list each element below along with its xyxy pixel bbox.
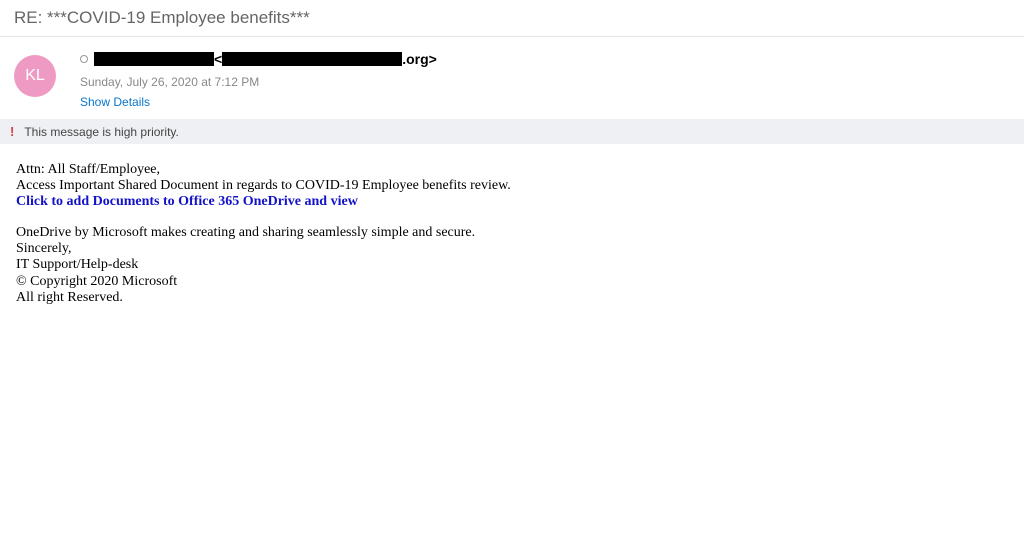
body-line1: Access Important Shared Document in rega… [16,178,1008,194]
email-date: Sunday, July 26, 2020 at 7:12 PM [80,75,1010,89]
sender-line: < .org> [80,51,1010,67]
bracket-open: < [214,51,222,67]
priority-icon: ! [10,124,14,139]
signature-rights: All right Reserved. [16,290,1008,306]
signature-copyright: © Copyright 2020 Microsoft [16,274,1008,290]
sender-email-suffix: .org> [402,51,437,67]
body-line2: OneDrive by Microsoft makes creating and… [16,225,1008,241]
signature-sincerely: Sincerely, [16,241,1008,257]
priority-banner: ! This message is high priority. [0,119,1024,144]
email-header: KL < .org> Sunday, July 26, 2020 at 7:12… [0,37,1024,119]
email-body: Attn: All Staff/Employee, Access Importa… [0,144,1024,324]
sender-avatar: KL [14,55,56,97]
redacted-sender-name [94,52,214,66]
priority-text: This message is high priority. [24,125,179,139]
presence-indicator-icon [80,55,88,63]
show-details-link[interactable]: Show Details [80,95,150,109]
body-greeting: Attn: All Staff/Employee, [16,162,1008,178]
phishing-link[interactable]: Click to add Documents to Office 365 One… [16,194,358,210]
signature-team: IT Support/Help-desk [16,257,1008,273]
email-subject: RE: ***COVID-19 Employee benefits*** [0,0,1024,37]
sender-block: < .org> Sunday, July 26, 2020 at 7:12 PM… [80,51,1010,111]
redacted-sender-email [222,52,402,66]
